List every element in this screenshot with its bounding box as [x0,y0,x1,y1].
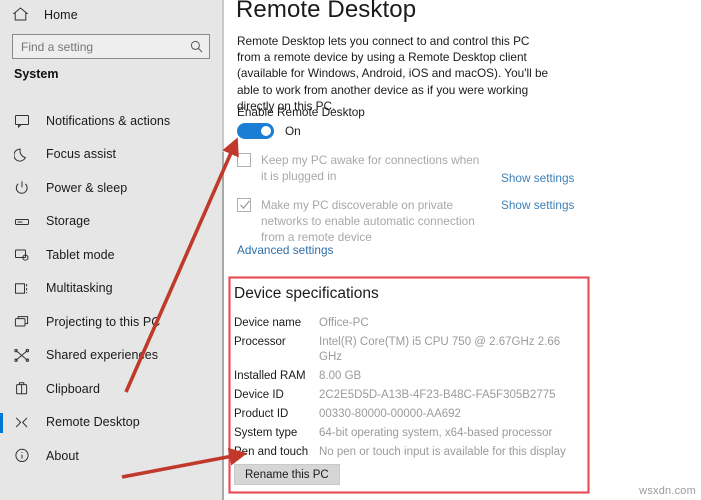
sidebar-item-label: Clipboard [46,381,100,396]
spec-value: 2C2E5D5D-A13B-4F23-B48C-FA5F305B2775 [319,389,556,401]
clipboard-icon [14,381,34,396]
sidebar-item-home[interactable]: Home [0,0,222,30]
search-icon[interactable] [183,35,209,58]
spec-row: Processor Intel(R) Core(TM) i5 CPU 750 @ … [234,335,584,365]
sidebar-item-tablet-mode[interactable]: Tablet mode [0,238,222,272]
sidebar-item-label: Storage [46,214,91,229]
sidebar-item-label: Shared experiences [46,348,159,363]
sidebar-item-label: Remote Desktop [46,415,140,430]
remote-desktop-icon [14,415,34,430]
rename-this-pc-button[interactable]: Rename this PC [234,464,340,485]
power-icon [14,180,34,195]
sidebar-item-label: Focus assist [46,147,117,162]
sidebar-item-clipboard[interactable]: Clipboard [0,372,222,406]
main-content: Remote Desktop Remote Desktop lets you c… [224,0,701,500]
keep-awake-show-settings-link[interactable]: Show settings [501,171,574,185]
device-specifications-panel: Device specifications Device name Office-… [226,278,593,494]
storage-drive-icon [14,214,34,229]
projecting-icon [14,314,34,329]
sidebar-item-label: Tablet mode [46,247,115,262]
option-row-keep-awake: Keep my PC awake for connections when it… [237,152,697,185]
device-specifications-table: Device name Office-PC Processor Intel(R) Co… [234,316,584,464]
home-icon [12,6,32,24]
toggle-state-label: On [285,124,301,138]
device-specifications-title: Device specifications [234,285,379,302]
spec-row: Pen and touch No pen or touch input is av… [234,445,584,460]
option-row-discoverable: Make my PC discoverable on private netwo… [237,197,697,246]
keep-awake-checkbox[interactable] [237,153,251,167]
sidebar-home-label: Home [44,8,78,22]
spec-key: Pen and touch [234,446,309,458]
selection-indicator [0,412,3,433]
sidebar-item-label: Projecting to this PC [46,314,161,329]
shared-experiences-icon [14,348,34,363]
spec-row: Installed RAM 8.00 GB [234,369,584,384]
spec-key: Installed RAM [234,370,306,382]
spec-value: No pen or touch input is available for t… [319,446,566,458]
search-input[interactable] [13,35,183,58]
spec-row: Device ID 2C2E5D5D-A13B-4F23-B48C-FA5F305… [234,388,584,403]
spec-key: Processor [234,336,286,348]
sidebar-item-label: Notifications & actions [46,113,171,128]
page-description: Remote Desktop lets you connect to and c… [237,34,549,113]
spec-key: Device name [234,317,302,329]
moon-icon [14,147,34,162]
toggle-knob [261,126,271,136]
sidebar-item-storage[interactable]: Storage [0,205,222,239]
sidebar-item-notifications-actions[interactable]: Notifications & actions [0,104,222,138]
sidebar-item-about[interactable]: About [0,439,222,473]
sidebar-item-remote-desktop[interactable]: Remote Desktop [0,406,222,440]
sidebar-nav-list: Notifications & actions Focus assist Power… [0,104,222,473]
discoverable-show-settings-link[interactable]: Show settings [501,198,574,212]
page-title: Remote Desktop [236,0,417,23]
sidebar-item-multitasking[interactable]: Multitasking [0,272,222,306]
enable-remote-desktop-toggle[interactable] [237,123,274,139]
info-circle-icon [14,448,34,463]
search-box[interactable] [12,34,210,59]
sidebar-item-label: Power & sleep [46,180,128,195]
notification-bubble-icon [14,113,34,129]
spec-row: System type 64-bit operating system, x64-… [234,426,584,441]
sidebar-item-focus-assist[interactable]: Focus assist [0,138,222,172]
watermark: wsxdn.com [639,485,696,497]
tablet-icon [14,247,34,262]
check-mark-icon [240,200,250,210]
spec-value: Intel(R) Core(TM) i5 CPU 750 @ 2.67GHz 2… [319,336,561,363]
enable-remote-desktop-label: Enable Remote Desktop [237,105,365,119]
spec-key: Device ID [234,389,284,401]
spec-row: Device name Office-PC [234,316,584,331]
sidebar: Home System Notifications & actions Focus… [0,0,222,500]
spec-key: Product ID [234,408,289,420]
keep-awake-label: Keep my PC awake for connections when it… [261,153,480,184]
spec-value: Office-PC [319,317,369,329]
sidebar-item-projecting-to-this-pc[interactable]: Projecting to this PC [0,305,222,339]
enable-remote-desktop-row: On [237,123,301,139]
sidebar-item-label: Multitasking [46,281,113,296]
sidebar-section-title: System [14,67,59,81]
spec-row: Product ID 00330-80000-00000-AA692 [234,407,584,422]
spec-value: 8.00 GB [319,370,362,382]
settings-window: Home System Notifications & actions Focus… [0,0,701,500]
multitasking-icon [14,281,34,296]
spec-key: System type [234,427,298,439]
advanced-settings-link[interactable]: Advanced settings [237,243,333,257]
sidebar-item-power-sleep[interactable]: Power & sleep [0,171,222,205]
spec-value: 00330-80000-00000-AA692 [319,408,461,420]
sidebar-item-shared-experiences[interactable]: Shared experiences [0,339,222,373]
discoverable-checkbox[interactable] [237,198,251,212]
sidebar-item-label: About [46,448,79,463]
discoverable-label: Make my PC discoverable on private netwo… [261,198,475,245]
spec-value: 64-bit operating system, x64-based proce… [319,427,553,439]
